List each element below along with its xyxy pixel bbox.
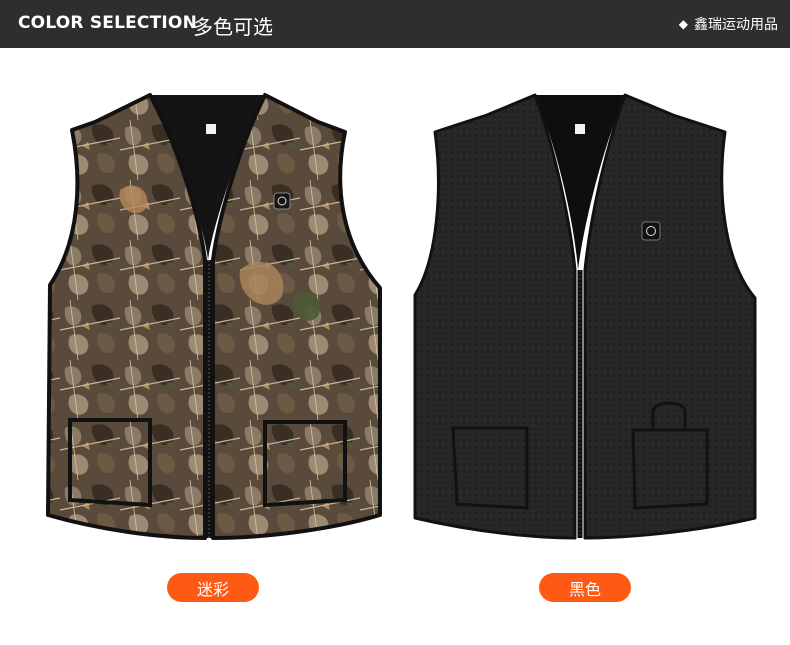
diamond-icon: ◆ bbox=[678, 17, 688, 31]
camo-vest-image bbox=[0, 60, 395, 560]
color-option-camo[interactable]: 迷彩 bbox=[167, 573, 259, 602]
color-option-black[interactable]: 黑色 bbox=[539, 573, 631, 602]
title-english: COLOR SELECTION bbox=[18, 13, 197, 33]
brand: ◆ 鑫瑞运动用品 bbox=[679, 14, 778, 34]
black-vest-image bbox=[395, 60, 790, 560]
title-chinese: 多色可选 bbox=[193, 15, 273, 39]
header-bar: COLOR SELECTION 多色可选 ◆ 鑫瑞运动用品 bbox=[0, 0, 790, 48]
brand-name: 鑫瑞运动用品 bbox=[694, 17, 778, 33]
